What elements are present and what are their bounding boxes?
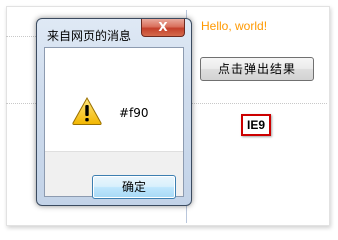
dialog-close-button[interactable]: X [141, 19, 185, 37]
warning-icon [72, 96, 102, 125]
close-icon: X [158, 20, 168, 34]
ok-button[interactable]: 确定 [92, 175, 176, 199]
show-result-button[interactable]: 点击弹出结果 [200, 57, 314, 81]
dialog-title: 来自网页的消息 [47, 29, 132, 43]
dotted-guide-line [192, 103, 327, 104]
dotted-guide-line [6, 36, 36, 37]
dotted-guide-line [6, 103, 36, 104]
ie-version-badge: IE9 [241, 114, 271, 136]
alert-dialog: 来自网页的消息 X #f90 确定 [36, 18, 192, 206]
dialog-body: #f90 确定 [44, 47, 184, 199]
browser-viewport: Hello, world! 点击弹出结果 IE9 来自网页的消息 X #f90 [0, 0, 338, 234]
hello-world-text: Hello, world! [201, 19, 268, 33]
dialog-message: #f90 [119, 106, 149, 120]
